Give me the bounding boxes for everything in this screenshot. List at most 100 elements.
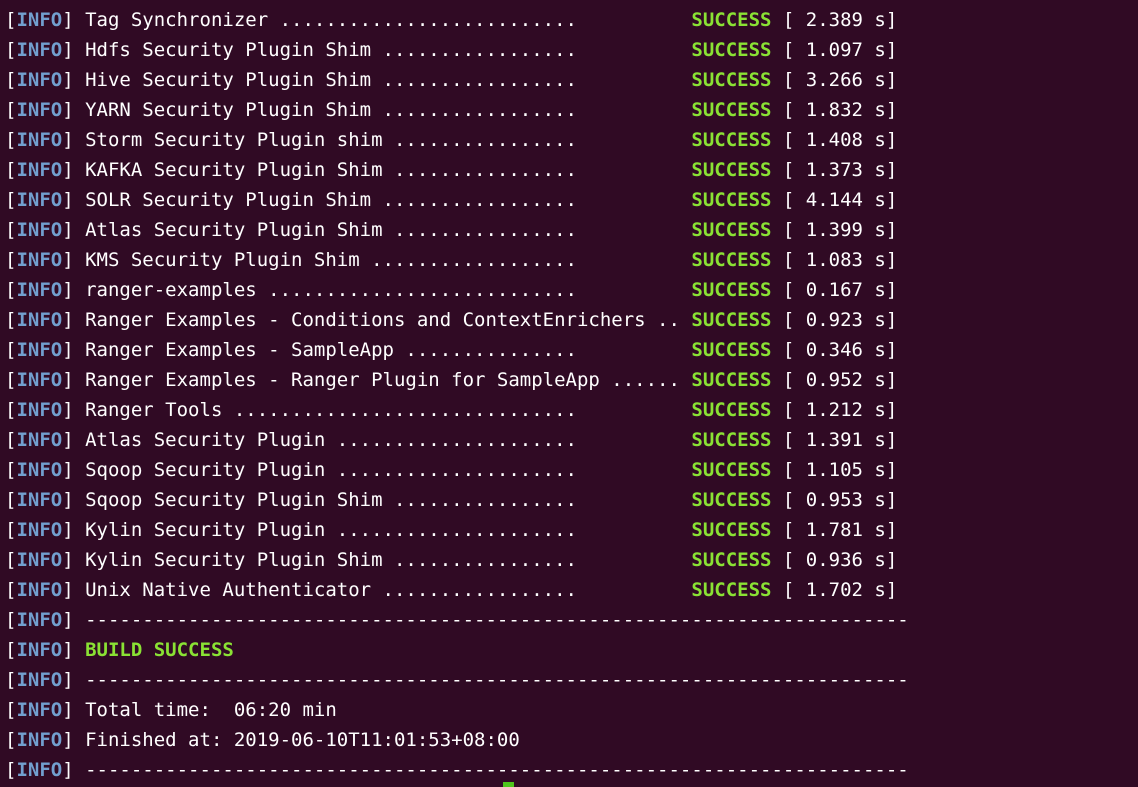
module-time: 1.097 s] <box>794 39 898 61</box>
info-level-label: INFO <box>16 519 63 541</box>
module-status: SUCCESS <box>691 279 772 301</box>
module-status: SUCCESS <box>691 339 772 361</box>
module-time: 2.389 s] <box>794 9 898 31</box>
info-level-label: INFO <box>16 699 63 721</box>
bracket-close: ] <box>62 219 86 241</box>
bracket-close: ] <box>62 339 86 361</box>
build-result-line: [INFO] KMS Security Plugin Shim ........… <box>5 245 909 275</box>
module-status: SUCCESS <box>691 69 772 91</box>
separator-line: [INFO] ---------------------------------… <box>5 605 909 635</box>
info-level-label: INFO <box>16 579 63 601</box>
module-status: SUCCESS <box>691 249 772 271</box>
bracket-open: [ <box>5 549 17 571</box>
total-time-line: [INFO] Total time: 06:20 min <box>5 695 909 725</box>
build-result-line: [INFO] Unix Native Authenticator .......… <box>5 575 909 605</box>
bracket-close: ] <box>62 549 86 571</box>
bracket-close: ] <box>62 429 86 451</box>
module-name: YARN Security Plugin Shim ..............… <box>85 99 680 121</box>
bracket-open: [ <box>5 159 17 181</box>
time-bracket-open: [ <box>771 429 795 451</box>
module-time: 1.373 s] <box>794 159 898 181</box>
bracket-open: [ <box>5 189 17 211</box>
build-result-line: [INFO] Kylin Security Plugin Shim ......… <box>5 545 909 575</box>
build-result-line: [INFO] BUILD SUCCESS <box>5 635 909 665</box>
build-result-line: [INFO] YARN Security Plugin Shim .......… <box>5 95 909 125</box>
build-result-line: [INFO] SOLR Security Plugin Shim .......… <box>5 185 909 215</box>
bracket-open: [ <box>5 639 17 661</box>
separator-line: [INFO] ---------------------------------… <box>5 665 909 695</box>
build-result-line: [INFO] KAFKA Security Plugin Shim ......… <box>5 155 909 185</box>
build-result-line: [INFO] Sqoop Security Plugin ...........… <box>5 455 909 485</box>
bracket-open: [ <box>5 759 17 781</box>
bracket-open: [ <box>5 519 17 541</box>
module-time: 1.781 s] <box>794 519 898 541</box>
bracket-open: [ <box>5 609 17 631</box>
module-time: 1.702 s] <box>794 579 898 601</box>
module-time: 0.953 s] <box>794 489 898 511</box>
bracket-close: ] <box>62 729 86 751</box>
build-result-line: [INFO] Ranger Examples - Conditions and … <box>5 305 909 335</box>
info-level-label: INFO <box>16 309 63 331</box>
separator: ----------------------------------------… <box>85 609 909 631</box>
bracket-close: ] <box>62 309 86 331</box>
finished-at-line: [INFO] Finished at: 2019-06-10T11:01:53+… <box>5 725 909 755</box>
info-level-label: INFO <box>16 129 63 151</box>
bracket-close: ] <box>62 9 86 31</box>
build-result-line: [INFO] Kylin Security Plugin ...........… <box>5 515 909 545</box>
module-status: SUCCESS <box>691 369 772 391</box>
time-bracket-open: [ <box>771 399 795 421</box>
info-level-label: INFO <box>16 189 63 211</box>
module-status: SUCCESS <box>691 459 772 481</box>
module-time: 0.936 s] <box>794 549 898 571</box>
bracket-close: ] <box>62 669 86 691</box>
info-level-label: INFO <box>16 39 63 61</box>
build-result-line: [INFO] Sqoop Security Plugin Shim ......… <box>5 485 909 515</box>
terminal-output: [INFO] Tag Synchronizer ................… <box>5 5 909 785</box>
info-level-label: INFO <box>16 339 63 361</box>
time-bracket-open: [ <box>771 519 795 541</box>
bracket-close: ] <box>62 759 86 781</box>
module-name: Hive Security Plugin Shim ..............… <box>85 69 680 91</box>
bracket-open: [ <box>5 279 17 301</box>
bracket-open: [ <box>5 249 17 271</box>
info-level-label: INFO <box>16 729 63 751</box>
module-time: 1.212 s] <box>794 399 898 421</box>
module-status: SUCCESS <box>691 579 772 601</box>
module-name: Atlas Security Plugin ..................… <box>85 429 680 451</box>
module-time: 1.391 s] <box>794 429 898 451</box>
separator-line: [INFO] ---------------------------------… <box>5 755 909 785</box>
module-name: Storm Security Plugin shim .............… <box>85 129 680 151</box>
bracket-open: [ <box>5 399 17 421</box>
separator: ----------------------------------------… <box>85 759 909 781</box>
bracket-open: [ <box>5 669 17 691</box>
finished-at: Finished at: 2019-06-10T11:01:53+08:00 <box>85 729 520 751</box>
time-bracket-open: [ <box>771 39 795 61</box>
bracket-open: [ <box>5 69 17 91</box>
build-result-line: [INFO] Atlas Security Plugin Shim ......… <box>5 215 909 245</box>
bracket-close: ] <box>62 369 86 391</box>
build-result-line: [INFO] Ranger Examples - Ranger Plugin f… <box>5 365 909 395</box>
module-status: SUCCESS <box>691 549 772 571</box>
info-level-label: INFO <box>16 459 63 481</box>
module-time: 0.952 s] <box>794 369 898 391</box>
time-bracket-open: [ <box>771 279 795 301</box>
module-name: SOLR Security Plugin Shim ..............… <box>85 189 680 211</box>
time-bracket-open: [ <box>771 489 795 511</box>
info-level-label: INFO <box>16 639 63 661</box>
bracket-open: [ <box>5 459 17 481</box>
module-status: SUCCESS <box>691 159 772 181</box>
time-bracket-open: [ <box>771 9 795 31</box>
separator: ----------------------------------------… <box>85 669 909 691</box>
module-name: KMS Security Plugin Shim ...............… <box>85 249 680 271</box>
bracket-open: [ <box>5 309 17 331</box>
build-result-line: [INFO] Atlas Security Plugin ...........… <box>5 425 909 455</box>
module-name: Kylin Security Plugin Shim .............… <box>85 549 680 571</box>
bracket-close: ] <box>62 129 86 151</box>
bracket-open: [ <box>5 129 17 151</box>
module-name: Ranger Examples - Ranger Plugin for Samp… <box>85 369 680 391</box>
build-result: BUILD SUCCESS <box>85 639 234 661</box>
time-bracket-open: [ <box>771 159 795 181</box>
module-name: Atlas Security Plugin Shim .............… <box>85 219 680 241</box>
terminal-window[interactable]: [INFO] Tag Synchronizer ................… <box>0 0 1138 787</box>
bracket-open: [ <box>5 489 17 511</box>
